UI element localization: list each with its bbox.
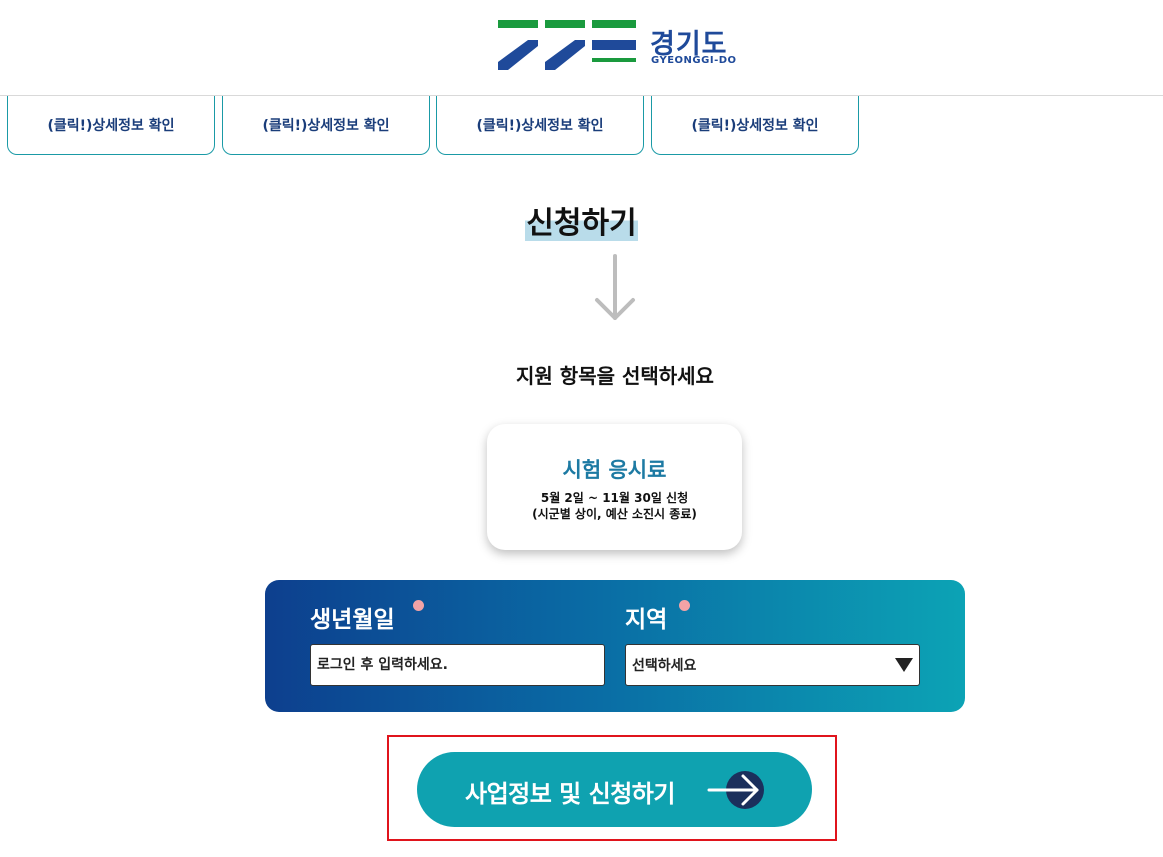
support-item-title: 시험 응시료 — [562, 458, 667, 482]
detail-info-button-4[interactable]: (클릭!)상세정보 확인 — [651, 96, 859, 155]
gyeonggi-logo-icon — [498, 20, 636, 70]
caret-down-icon — [895, 658, 913, 672]
detail-info-button-2[interactable]: (클릭!)상세정보 확인 — [222, 96, 430, 155]
arrow-right-icon — [707, 771, 764, 809]
region-select[interactable]: 선택하세요 — [625, 644, 920, 686]
support-item-note: (시군별 상이, 예산 소진시 종료) — [532, 507, 697, 521]
support-item-card-exam-fee[interactable]: 시험 응시료 5월 2일 ~ 11월 30일 신청 (시군별 상이, 예산 소진… — [487, 424, 742, 550]
gyeonggi-logo[interactable]: 경기도 GYEONGGI-DO — [498, 20, 738, 74]
birth-date-label: 생년월일 — [310, 607, 395, 633]
submit-button-label: 사업정보 및 신청하기 — [465, 780, 675, 808]
detail-info-button-3[interactable]: (클릭!)상세정보 확인 — [436, 96, 644, 155]
support-item-period: 5월 2일 ~ 11월 30일 신청 — [540, 491, 689, 505]
apply-submit-button[interactable]: 사업정보 및 신청하기 — [417, 752, 812, 827]
required-dot-icon — [679, 600, 690, 611]
region-selected-value: 선택하세요 — [632, 658, 697, 674]
detail-info-button-1[interactable]: (클릭!)상세정보 확인 — [7, 96, 215, 155]
logo-subtext: GYEONGGI-DO — [651, 55, 737, 66]
arrow-down-icon — [595, 254, 635, 320]
site-header: 경기도 GYEONGGI-DO — [0, 0, 1163, 96]
birth-date-input[interactable] — [310, 644, 605, 686]
apply-heading: 신청하기 — [525, 206, 638, 241]
region-label: 지역 — [625, 607, 668, 633]
select-instruction: 지원 항목을 선택하세요 — [516, 364, 714, 388]
apply-section-title: 신청하기 — [0, 198, 1163, 242]
application-form-panel: 생년월일 지역 선택하세요 — [265, 580, 965, 712]
required-dot-icon — [413, 600, 424, 611]
